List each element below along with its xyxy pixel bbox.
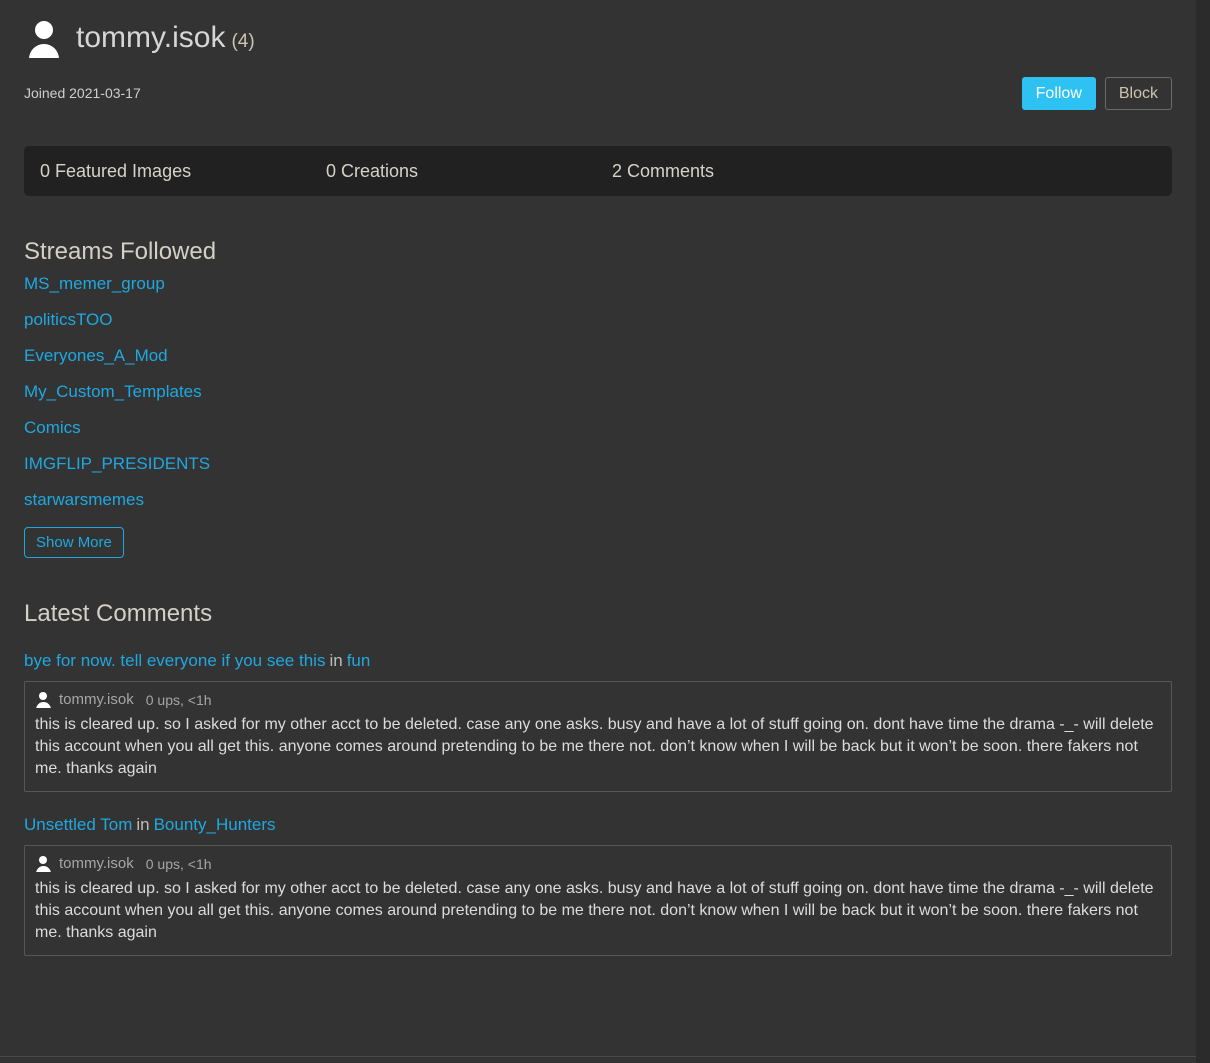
comment-stats: 0 ups, <1h	[145, 691, 212, 708]
comment-box: tommy.isok 0 ups, <1h this is cleared up…	[24, 681, 1172, 792]
stream-link-my-custom-templates[interactable]: My_Custom_Templates	[24, 374, 202, 410]
list-item: IMGFLIP_PRESIDENTS	[24, 446, 1172, 482]
stats-bar: 0 Featured Images 0 Creations 2 Comments	[24, 146, 1172, 196]
comment-stream-link[interactable]: Bounty_Hunters	[154, 815, 276, 834]
list-item: starwarsmemes	[24, 482, 1172, 518]
stat-featured-images[interactable]: 0 Featured Images	[40, 161, 326, 182]
comment-context: Unsettled Tom in Bounty_Hunters	[24, 814, 1172, 836]
profile-username: tommy.isok	[76, 21, 226, 54]
comment-author[interactable]: tommy.isok	[59, 855, 134, 872]
comment-separator: in	[136, 815, 150, 834]
comment-avatar-icon	[35, 855, 52, 872]
comment-author[interactable]: tommy.isok	[59, 691, 134, 708]
profile-page: tommy.isok (4) Joined 2021-03-17 Follow B…	[0, 0, 1196, 1063]
profile-user-count: (4)	[231, 31, 255, 52]
stream-link-comics[interactable]: Comics	[24, 410, 81, 446]
stat-comments[interactable]: 2 Comments	[612, 161, 714, 182]
joined-date: Joined 2021-03-17	[24, 85, 141, 101]
comments-list: bye for now. tell everyone if you see th…	[24, 650, 1172, 976]
comment-post-link[interactable]: Unsettled Tom	[24, 815, 132, 834]
list-item: Everyones_A_Mod	[24, 338, 1172, 374]
comment-box: tommy.isok 0 ups, <1h this is cleared up…	[24, 845, 1172, 956]
stream-link-imgflip-presidents[interactable]: IMGFLIP_PRESIDENTS	[24, 446, 210, 482]
comment-body: this is cleared up. so I asked for my ot…	[35, 880, 1154, 941]
comment-avatar-icon	[35, 691, 52, 708]
comment-meta: tommy.isok 0 ups, <1h	[35, 855, 1161, 872]
joined-row: Joined 2021-03-17 Follow Block	[24, 76, 1172, 110]
profile-actions: Follow Block	[1021, 76, 1172, 110]
list-item: My_Custom_Templates	[24, 374, 1172, 410]
stream-link-ms-memer-group[interactable]: MS_memer_group	[24, 266, 165, 302]
comment-separator: in	[329, 651, 343, 670]
list-item: politicsTOO	[24, 302, 1172, 338]
stat-creations[interactable]: 0 Creations	[326, 161, 612, 182]
follow-button[interactable]: Follow	[1021, 76, 1096, 110]
list-item: Comics	[24, 410, 1172, 446]
latest-comments-title: Latest Comments	[24, 600, 213, 627]
comment-post-link[interactable]: bye for now. tell everyone if you see th…	[24, 651, 325, 670]
page-right-edge	[1196, 0, 1210, 1063]
streams-followed-list: MS_memer_group politicsTOO Everyones_A_M…	[24, 266, 1172, 518]
user-avatar-icon	[24, 18, 64, 58]
comment-context: bye for now. tell everyone if you see th…	[24, 650, 1172, 672]
bottom-divider	[0, 1056, 1196, 1057]
page-title: tommy.isok (4)	[76, 21, 255, 55]
list-item: Unsettled Tom in Bounty_Hunters tommy.isok…	[24, 814, 1172, 956]
list-item: MS_memer_group	[24, 266, 1172, 302]
comment-stream-link[interactable]: fun	[347, 651, 371, 670]
stream-link-starwarsmemes[interactable]: starwarsmemes	[24, 482, 144, 518]
list-item: bye for now. tell everyone if you see th…	[24, 650, 1172, 792]
comment-body: this is cleared up. so I asked for my ot…	[35, 716, 1154, 777]
comment-stats: 0 ups, <1h	[145, 855, 212, 872]
comment-meta: tommy.isok 0 ups, <1h	[35, 691, 1161, 708]
stream-link-everyones-a-mod[interactable]: Everyones_A_Mod	[24, 338, 168, 374]
block-button[interactable]: Block	[1104, 76, 1172, 110]
stream-link-politicstoo[interactable]: politicsTOO	[24, 302, 113, 338]
show-more-button[interactable]: Show More	[24, 527, 124, 558]
profile-header: tommy.isok (4)	[24, 0, 1172, 58]
streams-followed-title: Streams Followed	[24, 238, 217, 265]
